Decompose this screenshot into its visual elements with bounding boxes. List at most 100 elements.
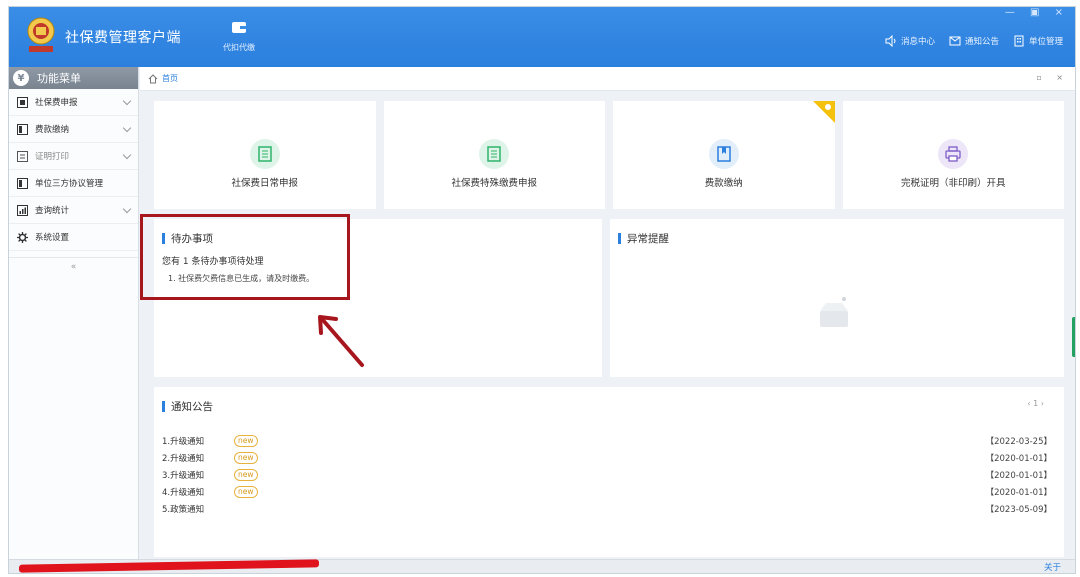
title-accent-bar [162,401,165,412]
message-center-link[interactable]: 消息中心 [885,35,935,47]
wallet-icon [232,22,246,33]
tile-icon-bg [708,139,739,169]
redaction-mark [19,559,319,573]
chevron-down-icon [122,204,132,214]
message-center-label: 消息中心 [900,37,935,47]
quick-tiles: 社保费日常申报 社保费特殊缴费申报 费款缴纳 完税证明（非印刷）开具 [154,101,1064,209]
corner-dot [824,104,831,110]
notices-list: 1.升级通知 new 【2022-03-25】 2.升级通知 new 【2020… [162,432,1056,517]
home-icon [148,73,158,83]
sidebar-item-label: 费款缴纳 [35,125,70,135]
agent-deduction-nav[interactable]: 代扣代缴 [219,19,259,53]
tile-label: 完税证明（非印刷）开具 [900,178,1006,189]
notices-pager[interactable]: ‹ 1 › [1027,399,1044,408]
sidebar-item-certificate-print[interactable]: 证明打印 [9,143,138,170]
notice-label: 通知公告 [964,37,999,47]
chevron-down-icon [122,96,132,106]
main-content: 首页 ▫ × 社保费日常申报 社保费特殊缴费申报 费款缴纳 完税证明（非印刷）开… [140,67,1075,561]
scroll-indicator[interactable] [1072,317,1075,357]
notice-date: 【2020-01-01】 [985,453,1052,464]
alerts-panel: 异常提醒 [610,219,1064,377]
notice-row[interactable]: 4.升级通知 new 【2020-01-01】 [162,483,1056,500]
mail-icon [949,36,961,46]
sidebar-title: 功能菜单 [37,72,81,85]
print-doc-icon [17,150,28,162]
tile-tax-certificate[interactable]: 完税证明（非印刷）开具 [842,101,1064,209]
alerts-title: 异常提醒 [618,231,1056,246]
notice-row[interactable]: 3.升级通知 new 【2020-01-01】 [162,466,1056,483]
declare-icon [17,96,28,108]
yen-icon: ¥ [13,70,29,86]
notice-title[interactable]: 2.升级通知 [162,452,234,464]
new-badge: new [234,434,258,447]
notice-title[interactable]: 3.升级通知 [162,469,234,481]
window-controls[interactable]: — ▣ × [1005,7,1069,18]
top-links: 消息中心 通知公告 单位管理 [885,35,1063,47]
notice-link[interactable]: 通知公告 [949,35,999,47]
sidebar-item-query-stats[interactable]: 查询统计 [9,197,138,224]
unit-management-link[interactable]: 单位管理 [1013,35,1063,47]
sidebar-header: ¥ 功能菜单 [9,67,138,89]
building-icon [1014,35,1024,47]
sidebar-item-label: 单位三方协议管理 [35,179,104,189]
sidebar-item-label: 证明打印 [35,152,70,162]
notices-panel: 通知公告 ‹ 1 › 1.升级通知 new 【2022-03-25】 2.升级通… [154,387,1064,557]
tile-icon-bg [938,139,969,169]
sidebar-item-label: 社保费申报 [35,98,78,108]
document-icon [487,146,501,162]
sidebar-item-label: 查询统计 [35,206,70,216]
tile-icon-bg [479,139,510,169]
chevron-down-icon [122,150,132,160]
sidebar-item-label: 系统设置 [35,233,70,243]
empty-state-icon [820,297,848,327]
notices-title: 通知公告 [162,399,1056,414]
annotation-highlight-box [140,214,350,300]
sidebar-item-system-settings[interactable]: 系统设置 [9,224,138,251]
notice-date: 【2023-05-09】 [985,504,1052,515]
speaker-icon [885,35,896,47]
notice-title[interactable]: 1.升级通知 [162,435,234,447]
notice-date: 【2020-01-01】 [985,487,1052,498]
notice-title[interactable]: 4.升级通知 [162,486,234,498]
header: 社保费管理客户端 代扣代缴 — ▣ × 消息中心 通知公告 单位管理 [9,7,1075,67]
document-icon [258,146,272,162]
app-title: 社保费管理客户端 [65,30,181,46]
sidebar-item-tripartite-agreement[interactable]: 单位三方协议管理 [9,170,138,197]
new-badge: new [234,468,258,481]
bookmark-icon [717,146,731,162]
gear-icon [17,231,28,243]
sidebar: ¥ 功能菜单 社保费申报 费款缴纳 证明打印 单位三方协议管理 查询统计 系统设… [9,67,139,573]
tile-fee-payment[interactable]: 费款缴纳 [613,101,835,209]
chart-icon [17,204,28,216]
title-accent-bar [618,233,621,244]
about-link[interactable]: 关于 [1044,561,1061,573]
breadcrumb: 首页 ▫ × [140,67,1075,91]
alerts-title-text: 异常提醒 [627,233,669,245]
tile-label: 社保费日常申报 [231,178,298,189]
tab-tools[interactable]: ▫ × [1036,73,1069,82]
notice-row[interactable]: 2.升级通知 new 【2020-01-01】 [162,449,1056,466]
sidebar-item-social-fee-declare[interactable]: 社保费申报 [9,89,138,116]
sidebar-collapse-button[interactable]: « [9,257,138,272]
printer-icon [945,146,961,162]
notice-row[interactable]: 5.政策通知 【2023-05-09】 [162,500,1056,517]
sidebar-item-fee-payment[interactable]: 费款缴纳 [9,116,138,143]
agent-deduction-label: 代扣代缴 [223,43,255,52]
notice-date: 【2022-03-25】 [985,436,1052,447]
tile-label: 费款缴纳 [704,178,743,189]
unit-management-label: 单位管理 [1028,37,1063,47]
notice-title[interactable]: 5.政策通知 [162,503,234,515]
corner-marker [812,101,835,123]
annotation-arrow-icon [318,315,364,367]
tax-emblem-logo [27,17,55,52]
new-badge: new [234,451,258,464]
new-badge: new [234,485,258,498]
tile-daily-declare[interactable]: 社保费日常申报 [154,101,376,209]
tile-special-declare[interactable]: 社保费特殊缴费申报 [383,101,605,209]
home-tab[interactable]: 首页 [162,73,178,84]
notice-date: 【2020-01-01】 [985,470,1052,481]
notice-row[interactable]: 1.升级通知 new 【2022-03-25】 [162,432,1056,449]
status-bar: 关于 [9,559,1075,573]
tile-icon-bg [249,139,280,169]
payment-icon [17,123,28,135]
